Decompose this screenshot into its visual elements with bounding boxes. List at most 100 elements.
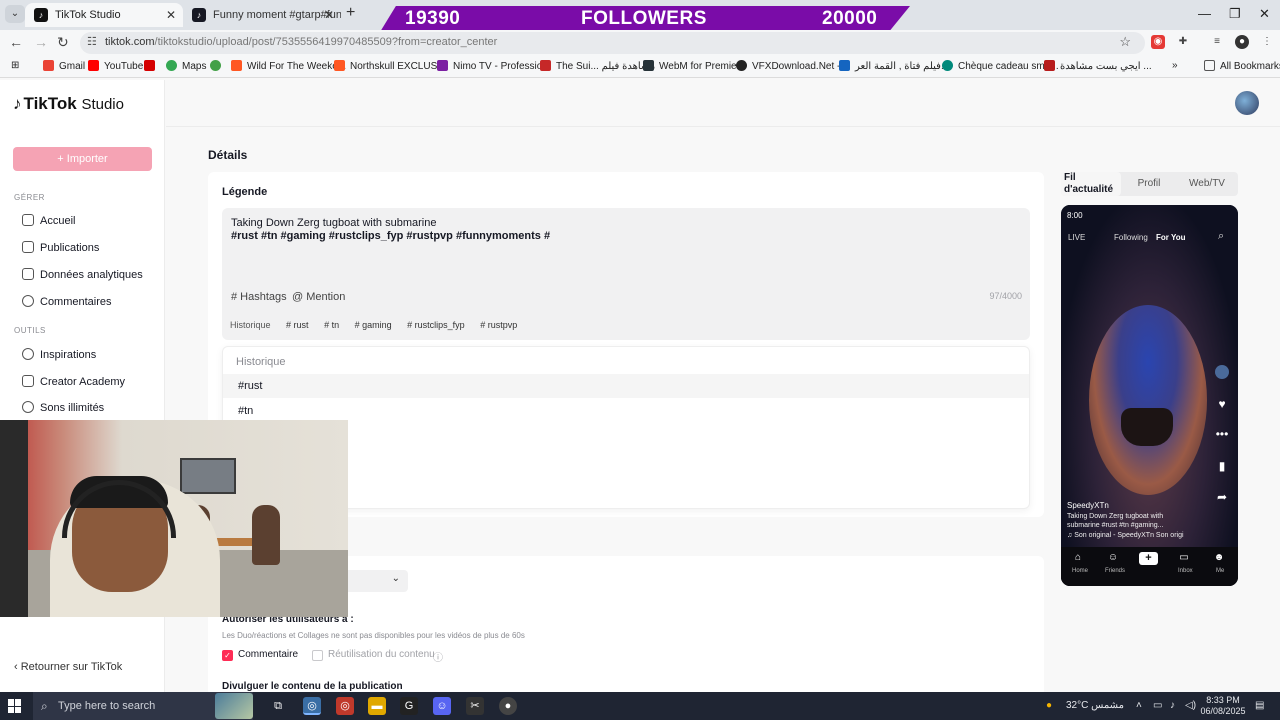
comment-checkbox[interactable]: ✓ (222, 650, 233, 661)
bookmark-green-icon[interactable] (210, 60, 226, 72)
restore-icon[interactable]: ❐ (1229, 6, 1241, 22)
extension-icon[interactable]: ◉ (1151, 35, 1165, 49)
heart-icon: ♥ (1218, 397, 1226, 411)
minimize-icon[interactable]: — (1198, 6, 1211, 21)
back-arrow-icon[interactable]: ← (9, 34, 23, 50)
tab-profile[interactable]: Profil (1125, 172, 1173, 196)
suggestion-item-rust[interactable]: #rust (223, 374, 1029, 398)
chrome-profile-taskbar-icon[interactable]: ◎ (336, 697, 354, 715)
tray-chevron-icon[interactable]: ˄ (1136, 692, 1142, 720)
back-to-tiktok-link[interactable]: ‹ Retourner sur TikTok (14, 661, 122, 673)
file-explorer-icon[interactable]: ▬ (368, 697, 386, 715)
caption-hashtag-line[interactable]: #rust #tn #gaming #rustclips_fyp #rustpv… (231, 230, 550, 242)
sidebar-item-inspirations[interactable]: Inspirations (22, 348, 96, 361)
chevron-down-icon: ⌄ (391, 573, 400, 584)
avatar[interactable] (1235, 91, 1259, 115)
url-field[interactable]: ☷ tiktok.com/tiktokstudio/upload/post/75… (80, 32, 1145, 54)
bookmark-arabic-film[interactable]: فيلم فتاة , القمة العر... (839, 60, 949, 72)
sidebar-item-analytics[interactable]: Données analytiques (22, 268, 143, 281)
close-window-icon[interactable]: ✕ (1259, 6, 1270, 22)
sidebar-item-posts[interactable]: Publications (22, 241, 99, 254)
site-info-icon[interactable]: ☷ (87, 35, 97, 48)
history-chip[interactable]: # tn (324, 320, 339, 330)
hashtags-button[interactable]: # Hashtags (231, 291, 287, 303)
discord-icon[interactable]: ☺ (433, 697, 451, 715)
notification-icon[interactable]: ▤ (1255, 692, 1264, 720)
bookmark-wild[interactable]: Wild For The Weeke... (231, 60, 346, 72)
comment-checkbox-label: Commentaire (238, 649, 299, 660)
network-icon[interactable]: ▭ (1153, 692, 1162, 720)
info-icon[interactable]: ⓘ (433, 649, 443, 664)
close-tab-icon[interactable]: ✕ (324, 3, 334, 27)
bookmark-cheque[interactable]: Chèque cadeau sma... (942, 60, 1059, 72)
reload-icon[interactable]: ↻ (57, 34, 69, 51)
tab-funny-moment[interactable]: ♪ Funny moment #gtarp#funny# ✕ (183, 3, 341, 27)
bookmark-star-icon[interactable]: ☆ (1119, 34, 1131, 50)
bookmark-red-icon[interactable] (144, 60, 160, 72)
history-chip[interactable]: # rustclips_fyp (407, 320, 465, 330)
me-icon: ☻ (1213, 552, 1225, 563)
sidebar-item-sounds[interactable]: Sons illimités (22, 401, 104, 414)
apps-grid-icon[interactable]: ⊞ (11, 60, 19, 71)
search-highlight-image[interactable] (215, 693, 253, 719)
disclose-content-title: Divulguer le contenu de la publication (222, 681, 403, 692)
task-view-icon[interactable]: ⧉ (269, 697, 287, 715)
new-tab-icon[interactable]: + (346, 4, 355, 22)
tab-feed[interactable]: Fil d'actualité (1061, 172, 1121, 196)
preview-sound: ♫ Son original - SpeedyXTn Son origi (1067, 532, 1184, 539)
close-tab-icon[interactable]: ✕ (166, 3, 176, 27)
sidebar-item-comments[interactable]: Commentaires (22, 295, 112, 308)
tab-search-button[interactable]: ⌄ (5, 5, 25, 23)
caption-text-line[interactable]: Taking Down Zerg tugboat with submarine (231, 217, 436, 229)
address-bar-row: ← → ↻ ☷ tiktok.com/tiktokstudio/upload/p… (0, 30, 1280, 56)
bookmark-nimo[interactable]: Nimo TV - Professio... (437, 60, 551, 72)
capcut-icon[interactable]: ✂ (466, 697, 484, 715)
browser-menu-icon[interactable]: ⋮ (1260, 35, 1274, 49)
nav-label-home: Home (1072, 568, 1089, 574)
windows-start-icon[interactable] (8, 699, 22, 713)
bookmarks-bar: ⊞ Gmail YouTube Maps Wild For The Weeke.… (0, 56, 1280, 78)
import-button[interactable]: + Importer (13, 147, 152, 171)
volume-icon[interactable]: ◁) (1185, 692, 1196, 720)
sidebar-item-home[interactable]: Accueil (22, 214, 75, 227)
bookmark-webm[interactable]: WebM for Premiere (643, 60, 746, 72)
app-taskbar-icon[interactable]: G (400, 697, 418, 715)
bookmark-maps[interactable]: Maps (166, 60, 206, 72)
history-chip[interactable]: # gaming (355, 320, 392, 330)
search-icon: ⌕ (1218, 230, 1225, 242)
all-bookmarks[interactable]: All Bookmarks (1204, 60, 1280, 72)
nav-label-friends: Friends (1105, 568, 1126, 574)
reuse-checkbox[interactable] (312, 650, 323, 661)
followers-label: FOLLOWERS (581, 8, 707, 29)
caption-editor[interactable]: Taking Down Zerg tugboat with submarine … (222, 208, 1030, 340)
bookmark-youtube[interactable]: YouTube (88, 60, 143, 72)
tiktok-favicon-icon: ♪ (34, 8, 48, 22)
taskbar-clock[interactable]: 8:33 PM 06/08/2025 (1199, 695, 1247, 717)
bookmark-northskull[interactable]: Northskull EXCLUSI... (334, 60, 448, 72)
history-chip[interactable]: # rust (286, 320, 309, 330)
sidebar-item-creator-academy[interactable]: Creator Academy (22, 375, 125, 388)
obs-icon[interactable]: ● (499, 697, 517, 715)
more-bookmarks-icon[interactable]: » (1172, 60, 1178, 71)
tab-web-tv[interactable]: Web/TV (1181, 172, 1233, 196)
bookmark-vfxdownload[interactable]: VFXDownload.Net -... (736, 60, 849, 72)
weather-icon[interactable]: ● (1046, 692, 1052, 720)
tab-tiktok-studio[interactable]: ♪ TikTok Studio ✕ (25, 3, 183, 27)
following-tab: Following (1114, 233, 1148, 242)
chrome-taskbar-icon[interactable]: ◎ (303, 697, 321, 715)
academy-icon (22, 375, 34, 387)
mic-icon[interactable]: ♪ (1170, 692, 1175, 720)
weather-text[interactable]: 32°C مشمس (1066, 692, 1124, 720)
profile-icon[interactable]: ● (1235, 35, 1249, 49)
bookmark-egybest[interactable]: ايجي بست مشاهدة ... (1044, 60, 1152, 72)
mention-button[interactable]: @ Mention (292, 291, 345, 303)
bookmark-gmail[interactable]: Gmail (43, 60, 85, 72)
tiktok-studio-logo[interactable]: ♪ TikTok Studio (13, 94, 124, 114)
visibility-select[interactable]: ⌄ (340, 570, 408, 592)
forward-arrow-icon[interactable]: → (34, 34, 48, 50)
music-icon (22, 401, 34, 413)
history-chip[interactable]: # rustpvp (480, 320, 517, 330)
bookmark-the-sui[interactable]: The Sui... مشاهدة فيلم (540, 60, 655, 72)
extensions-puzzle-icon[interactable]: ✚ (1176, 35, 1190, 49)
reading-list-icon[interactable]: ≡ (1210, 35, 1224, 49)
